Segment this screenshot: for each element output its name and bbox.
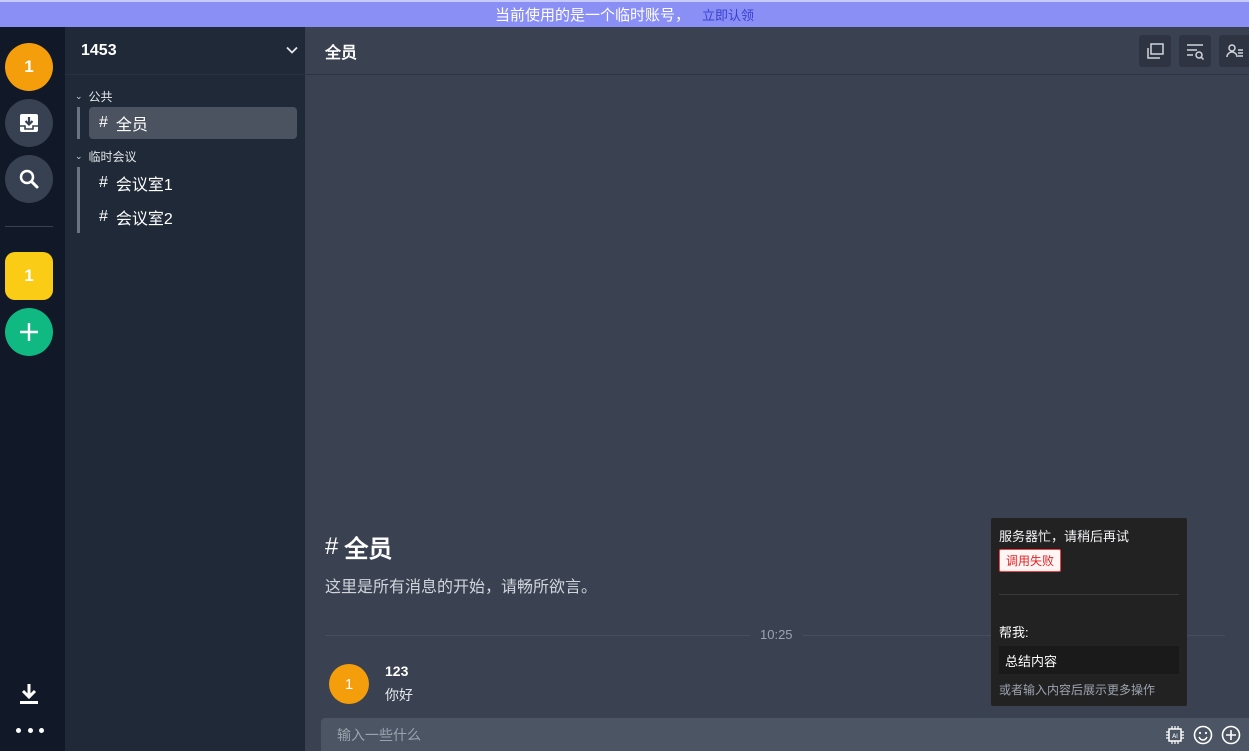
add-attachment-icon[interactable] bbox=[1221, 725, 1241, 745]
group-1-button[interactable]: 1 bbox=[5, 252, 53, 300]
avatar[interactable]: 1 bbox=[329, 664, 369, 704]
download-button[interactable] bbox=[17, 682, 41, 706]
svg-text:AI: AI bbox=[1172, 733, 1178, 740]
time-divider-label: 10:25 bbox=[750, 627, 803, 642]
status-badge: 调用失败 bbox=[999, 549, 1062, 572]
members-icon bbox=[1226, 44, 1243, 58]
section-temp-meeting[interactable]: ⌄ 临时会议 bbox=[75, 148, 137, 165]
message-composer: AI bbox=[321, 718, 1249, 751]
chat-header: 全员 bbox=[305, 27, 1249, 75]
help-label: 帮我: bbox=[999, 625, 1029, 640]
temp-account-banner: 当前使用的是一个临时账号， 立即认领 bbox=[0, 0, 1249, 27]
section-line bbox=[77, 107, 80, 139]
channel-item-room2[interactable]: # 会议室2 bbox=[89, 201, 297, 233]
section-title: 临时会议 bbox=[88, 150, 137, 164]
server-header[interactable]: 1453 bbox=[65, 27, 305, 75]
hash-icon: # bbox=[99, 174, 108, 191]
error-message: 服务器忙，请稍后再试 bbox=[999, 529, 1130, 544]
download-icon bbox=[20, 684, 38, 704]
section-public[interactable]: ⌄ 公共 bbox=[75, 88, 113, 105]
welcome-channel-name: 全员 bbox=[344, 536, 393, 563]
more-button[interactable] bbox=[16, 723, 44, 737]
popup-hint: 或者输入内容后展示更多操作 bbox=[999, 683, 1156, 697]
panel-toggle-button[interactable] bbox=[1139, 35, 1171, 67]
channel-sidebar: 1453 ⌄ 公共 # 全员 ⌄ 临时会议 # 会议室1 # 会议室2 bbox=[65, 27, 305, 751]
claim-account-link[interactable]: 立即认领 bbox=[702, 5, 754, 24]
section-title: 公共 bbox=[88, 90, 113, 104]
inbox-button[interactable] bbox=[5, 99, 53, 147]
hash-icon: # bbox=[99, 208, 108, 225]
channel-label: 会议室1 bbox=[115, 177, 173, 194]
dot-icon bbox=[16, 727, 21, 733]
channel-item-room1[interactable]: # 会议室1 bbox=[89, 167, 297, 199]
message-author[interactable]: 123 bbox=[385, 663, 408, 679]
welcome-subtitle: 这里是所有消息的开始，请畅所欲言。 bbox=[325, 579, 598, 596]
message-search-button[interactable] bbox=[1179, 35, 1211, 67]
dot-icon bbox=[27, 727, 33, 733]
banner-text: 当前使用的是一个临时账号， bbox=[494, 7, 690, 24]
message-text: 你好 bbox=[385, 687, 413, 703]
section-line bbox=[77, 167, 80, 233]
ai-assist-popup: 服务器忙，请稍后再试 调用失败 帮我: 总结内容 或者输入内容后展示更多操作 bbox=[991, 518, 1187, 706]
list-search-icon bbox=[1187, 44, 1205, 61]
collapse-arrow-icon: ⌄ bbox=[75, 91, 83, 101]
dot-icon bbox=[39, 727, 44, 733]
chevron-down-icon bbox=[286, 46, 298, 54]
channel-label: 会议室2 bbox=[115, 211, 173, 228]
welcome-title: # 全员 bbox=[325, 529, 392, 564]
search-button[interactable] bbox=[5, 155, 53, 203]
server-name: 1453 bbox=[81, 41, 117, 59]
plus-icon bbox=[20, 323, 38, 341]
collapse-arrow-icon: ⌄ bbox=[75, 151, 83, 161]
inbox-icon bbox=[20, 114, 38, 132]
popup-divider bbox=[999, 594, 1179, 595]
hash-icon: # bbox=[99, 114, 108, 131]
message-input[interactable] bbox=[337, 726, 1117, 743]
user-avatar[interactable]: 1 bbox=[5, 43, 53, 91]
ai-chip-icon[interactable]: AI bbox=[1165, 725, 1185, 745]
rail-divider bbox=[5, 226, 53, 227]
hash-icon: # bbox=[325, 532, 339, 560]
channel-label: 全员 bbox=[115, 117, 148, 134]
emoji-icon[interactable] bbox=[1193, 725, 1213, 745]
channel-item-all[interactable]: # 全员 bbox=[89, 107, 297, 139]
nav-rail: 1 1 bbox=[0, 27, 65, 751]
page-title: 全员 bbox=[325, 44, 358, 62]
search-icon bbox=[19, 169, 39, 189]
add-group-button[interactable] bbox=[5, 308, 53, 356]
window-icon bbox=[1147, 43, 1164, 59]
summarize-option[interactable]: 总结内容 bbox=[999, 646, 1179, 674]
members-button[interactable] bbox=[1219, 35, 1249, 67]
